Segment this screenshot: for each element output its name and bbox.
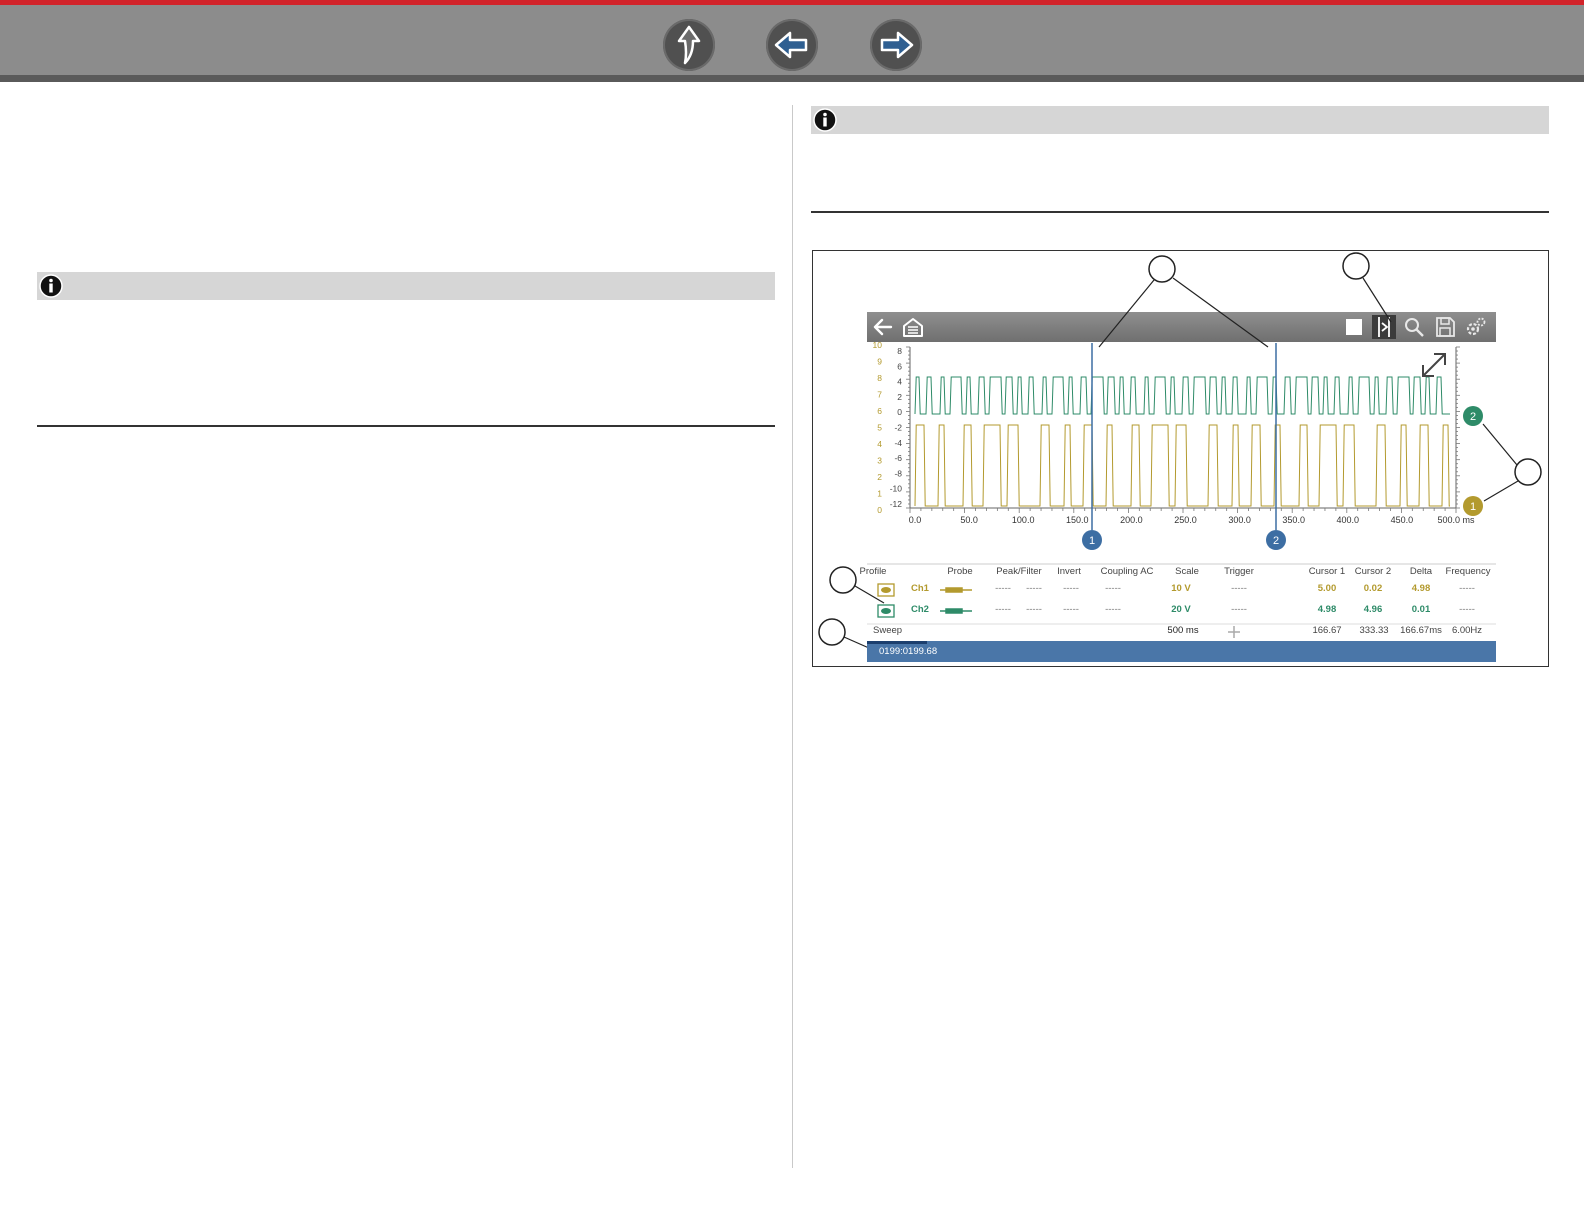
info-icon [39,274,63,298]
table-header: Cursor 2 [1354,566,1392,577]
scope-toolbar [867,312,1496,342]
table-header: Peak/Filter [996,566,1042,577]
up-arrow-icon [677,25,701,65]
sweep-cursor1: 166.67 [1312,625,1342,636]
column-divider [792,105,793,1168]
sweep-frequency: 6.00Hz [1451,625,1483,636]
note-bar-left [37,272,775,300]
frequency-value: ----- [1459,583,1475,594]
coupling-value: ----- [1105,583,1121,594]
scale-value: 10 V [1171,583,1191,594]
cursor1-value: 5.00 [1317,583,1337,594]
cursor-icon[interactable] [1372,315,1396,339]
sweep-cursor2: 333.33 [1359,625,1389,636]
filter-value: ----- [1026,604,1042,615]
trigger-value: ----- [1231,583,1247,594]
section-rule-left [37,425,775,427]
home-icon[interactable] [901,315,925,339]
scale-value: 20 V [1171,604,1191,615]
peak-value: ----- [995,604,1011,615]
note-bar-right [811,106,1549,134]
table-header: Profile [859,566,887,577]
channel-name: Ch1 [911,583,929,594]
table-header: Invert [1057,566,1081,577]
sweep-value: 500 ms [1167,625,1199,636]
table-header: Scale [1175,566,1199,577]
back-arrow-icon [774,31,808,59]
table-header: Coupling AC [1100,566,1154,577]
coupling-value: ----- [1105,604,1121,615]
up-button[interactable] [663,19,715,71]
peak-value: ----- [995,583,1011,594]
table-header: Trigger [1224,566,1254,577]
frequency-value: ----- [1459,604,1475,615]
cursor2-value: 4.96 [1363,604,1383,615]
table-header: Delta [1409,566,1433,577]
invert-value: ----- [1063,583,1079,594]
filter-value: ----- [1026,583,1042,594]
save-icon[interactable] [1433,315,1457,339]
delta-value: 0.01 [1411,604,1431,615]
back-button[interactable] [766,19,818,71]
zoom-icon[interactable] [1402,315,1426,339]
status-text: 0199:0199.68 [879,646,938,657]
info-icon [813,108,837,132]
sweep-delta: 166.67ms [1400,625,1442,636]
invert-value: ----- [1063,604,1079,615]
table-header: Probe [947,566,973,577]
back-icon[interactable] [871,315,895,339]
stop-icon[interactable] [1342,315,1366,339]
delta-value: 4.98 [1411,583,1431,594]
section-rule-right [811,211,1549,213]
cursor2-value: 0.02 [1363,583,1383,594]
navigation-toolbar [0,5,1584,75]
channel-name: Ch2 [911,604,929,615]
forward-button[interactable] [870,19,922,71]
trigger-value: ----- [1231,604,1247,615]
table-header: Cursor 1 [1308,566,1346,577]
status-bar: 0199:0199.68 [867,641,1496,662]
header-bottom-border [0,75,1584,82]
sweep-label: Sweep [873,625,903,636]
forward-arrow-icon [880,31,914,59]
cursor1-value: 4.98 [1317,604,1337,615]
settings-icon[interactable] [1464,315,1488,339]
table-header: Frequency [1445,566,1491,577]
progress-indicator [867,641,927,644]
